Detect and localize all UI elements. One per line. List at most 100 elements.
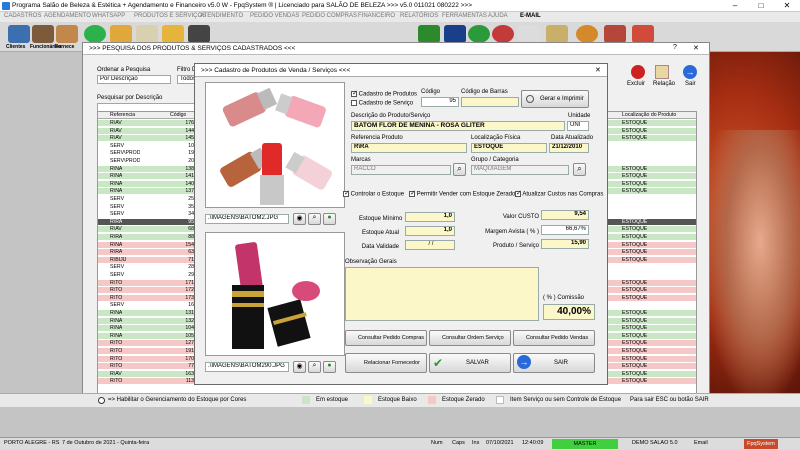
whatsapp-icon[interactable] (84, 25, 106, 43)
menu-cadastros[interactable]: CADASTROS (4, 13, 41, 19)
funcionarios-icon[interactable] (32, 25, 54, 43)
menu-pedido-compras[interactable]: PEDIDO COMPRAS (302, 13, 357, 19)
menu-financeiro[interactable]: FINANCEIRO (358, 13, 395, 19)
relatorios-icon[interactable] (444, 25, 466, 43)
dollar-icon[interactable] (468, 25, 490, 43)
order-label: Ordenar a Pesquisa (97, 67, 151, 73)
col-ref-header: Referencia (110, 112, 136, 118)
menu-agendamento[interactable]: AGENDAMENTO (44, 13, 91, 19)
estoque-min-field[interactable]: 1,0 (405, 212, 455, 222)
marcas-search-icon[interactable]: ⌕ (453, 163, 466, 176)
sair-app-icon[interactable] (632, 25, 654, 43)
grupo-field[interactable]: MAQUIAGEM (471, 165, 569, 175)
menu-atendimento[interactable]: ATENDIMENTO (200, 13, 243, 19)
chk-permitir[interactable]: Permitir Vender com Estoque Zerado (409, 189, 515, 198)
marcas-field[interactable]: RACCO (351, 165, 451, 175)
codigo-field[interactable]: 95 (421, 97, 459, 107)
sair-list-button[interactable]: Sair (685, 81, 696, 87)
cofre-icon[interactable] (576, 25, 598, 43)
caixa-icon[interactable] (162, 25, 184, 43)
comissao-field[interactable]: 40,00% (543, 304, 595, 320)
ref-field[interactable]: R\RA (351, 143, 467, 153)
menu-pedido-vendas[interactable]: PEDIDO VENDAS (250, 13, 299, 19)
barras-field[interactable] (461, 97, 519, 107)
excluir-button[interactable]: Excluir (627, 81, 645, 87)
excluir-icon[interactable] (631, 65, 645, 79)
fornecedor-button[interactable]: Relacionar Fornecedor (345, 353, 427, 373)
agenda-icon[interactable] (110, 25, 132, 43)
menu-ajuda[interactable]: AJUDA (488, 13, 508, 19)
loc-field[interactable]: ESTOQUE (471, 143, 547, 153)
status-caps: Caps (452, 440, 465, 446)
menu-produtos[interactable]: PRODUTOS E SERVIÇOS (134, 13, 206, 19)
cell-loc: ESTOQUE (622, 340, 648, 347)
menu-relatorios[interactable]: RELATÓRIOS (400, 13, 438, 19)
zoom2-icon[interactable]: ⌕ (308, 361, 321, 373)
cell-code: 25 (188, 196, 194, 202)
camera-icon[interactable]: ◉ (293, 213, 306, 225)
relacao-icon[interactable] (655, 65, 669, 79)
data-field[interactable]: 21/12/2010 (549, 143, 589, 153)
menu-bar: CADASTROS AGENDAMENTO WHATSAPP PRODUTOS … (0, 12, 800, 22)
cell-code: 63 (188, 249, 194, 256)
clientes-icon[interactable] (8, 25, 30, 43)
produto-field[interactable]: 15,90 (541, 239, 589, 249)
order-select[interactable]: Por Descrição (97, 75, 171, 84)
obs-field[interactable] (345, 267, 539, 321)
chk-servico[interactable]: Cadastro de Serviço (351, 100, 413, 107)
sair-list-icon[interactable]: → (683, 65, 697, 79)
menu-whatsapp[interactable]: WHATSAPP (92, 13, 125, 19)
ordem-servico-button[interactable]: Consultar Ordem Serviço (429, 330, 511, 346)
camera2-icon[interactable]: ◉ (293, 361, 306, 373)
cell-ref: R\NA (110, 317, 123, 324)
desc-field[interactable]: BATOM FLOR DE MENINA - ROSA GLITER (351, 121, 565, 131)
maximize-icon[interactable]: □ (748, 0, 774, 12)
cell-code: 163 (185, 370, 194, 377)
chk-controlar[interactable]: Controlar o Estoque (343, 189, 404, 198)
list-close-icon[interactable]: ✕ (693, 44, 699, 52)
produtos-icon[interactable] (136, 25, 158, 43)
filter-select[interactable]: Todos (177, 75, 195, 84)
documento-icon[interactable] (546, 25, 568, 43)
custo-label: Valor CUSTO (502, 214, 539, 220)
margem-label: Margem Avista ( % ) (485, 229, 539, 235)
pedido-compras-button[interactable]: Consultar Pedido Compras (345, 330, 427, 346)
validade-field[interactable]: / / (405, 240, 455, 250)
cell-code: 16 (188, 302, 194, 309)
cell-code: 34 (188, 211, 194, 218)
minimize-icon[interactable]: – (722, 0, 748, 12)
help-icon[interactable]: ? (673, 44, 677, 51)
recibo-icon[interactable] (518, 25, 540, 43)
image2-path[interactable]: .\IMAGENS\BATOM290.JPG (205, 362, 289, 372)
chk-atualizar[interactable]: Atualizar Custos nas Compras (515, 189, 603, 198)
relacao-button[interactable]: Relação (653, 81, 675, 87)
fornecedores-icon[interactable] (56, 25, 78, 43)
cell-ref: R\TO (110, 363, 123, 370)
zoom-icon[interactable]: ⌕ (308, 213, 321, 225)
cell-ref: R\TO (110, 294, 123, 301)
ferramentas-icon[interactable] (604, 25, 626, 43)
pagar-icon[interactable] (492, 25, 514, 43)
em-estoque-label: Em estoque (316, 397, 349, 403)
image1-path[interactable]: .\IMAGENS\BATOM2.JPG (205, 214, 289, 224)
margem-field[interactable]: 66,67% (541, 225, 589, 235)
calendario-icon[interactable] (188, 25, 210, 43)
close-icon[interactable]: ✕ (774, 0, 800, 12)
financeiro-icon[interactable] (418, 25, 440, 43)
custo-field[interactable]: 9,54 (541, 210, 589, 220)
menu-ferramentas[interactable]: FERRAMENTAS (442, 13, 487, 19)
dialog-close-icon[interactable]: ✕ (595, 66, 601, 74)
unidade-select[interactable]: UNI (567, 121, 589, 131)
cell-ref: R\TO (110, 287, 123, 294)
refresh-icon[interactable]: ● (323, 213, 336, 225)
chk-produtos[interactable]: Cadastro de Produtos (351, 89, 417, 98)
cell-ref: R\TO (110, 355, 123, 362)
menu-email[interactable]: E-MAIL (520, 13, 541, 19)
refresh2-icon[interactable]: ● (323, 361, 336, 373)
grupo-search-icon[interactable]: ⌕ (573, 163, 586, 176)
estoque-atual-field[interactable]: 1,0 (405, 226, 455, 236)
ref-label: Referencia Produto (351, 135, 403, 141)
pedido-vendas-button[interactable]: Consultar Pedido Vendas (513, 330, 595, 346)
habilitar-radio[interactable] (98, 397, 105, 404)
cell-ref: R\RA (110, 234, 123, 240)
